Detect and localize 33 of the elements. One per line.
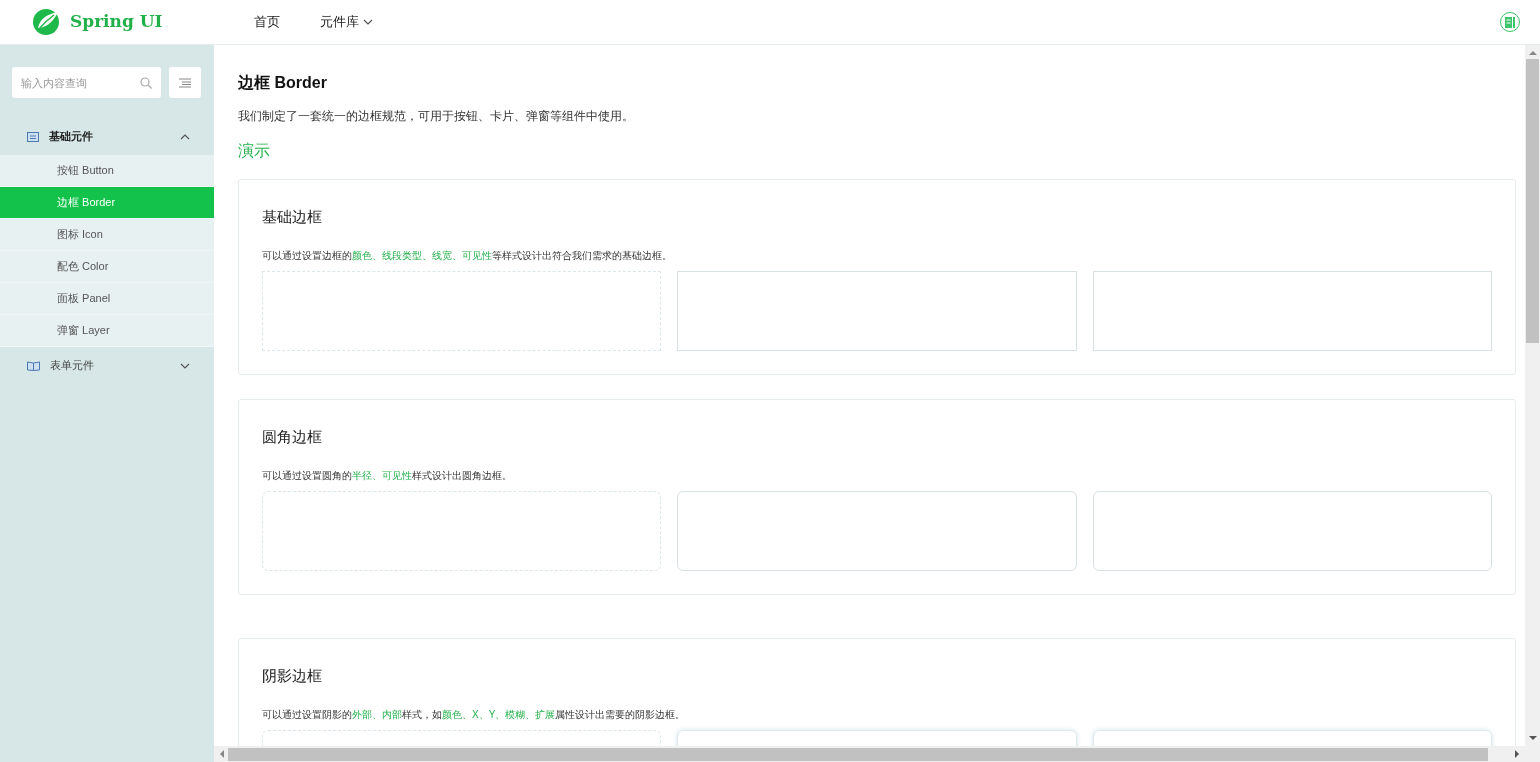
menu-item[interactable]: 配色 Color xyxy=(0,251,214,283)
menu-item[interactable]: 图标 Icon xyxy=(0,219,214,251)
nav-link[interactable]: 首页 xyxy=(254,12,280,32)
menu-icon xyxy=(179,77,191,88)
search-field[interactable]: 输入内容查询 xyxy=(12,67,161,98)
nav-link[interactable]: 元件库 xyxy=(320,12,373,32)
section-title: 基础边框 xyxy=(262,207,323,227)
book-icon xyxy=(27,360,40,371)
menu-button[interactable] xyxy=(169,67,201,98)
group-label: 基础元件 xyxy=(49,129,93,145)
menu-item[interactable]: 面板 Panel xyxy=(0,283,214,315)
menu-group[interactable]: 表单元件 xyxy=(0,347,214,384)
panel-icon xyxy=(27,131,39,142)
section-title: 阴影边框 xyxy=(262,666,323,686)
section-description: 可以通过设置阴影的外部、内部样式，如颜色、X、Y、模糊、扩展属性设计出需要的阴影边框。 xyxy=(262,708,687,722)
chevron-down-icon xyxy=(363,19,373,25)
section-description: 可以通过设置边框的颜色、线段类型、线宽、可见性等样式设计出符合我们需求的基础边框。 xyxy=(262,249,673,263)
group-label: 表单元件 xyxy=(50,358,94,374)
chevron-up-icon xyxy=(180,133,190,140)
page-intro: 我们制定了一套统一的边框规范，可用于按钮、卡片、弹窗等组件中使用。 xyxy=(238,108,635,125)
menu-item[interactable]: 弹窗 Layer xyxy=(0,315,214,347)
logo-text: Spring UI xyxy=(70,10,163,34)
search-icon xyxy=(140,77,152,89)
section-title: 圆角边框 xyxy=(262,427,323,447)
leaf-logo-icon xyxy=(32,8,62,36)
page-title: 边框 Border xyxy=(238,73,328,93)
section-description: 可以通过设置圆角的半径、可见性样式设计出圆角边框。 xyxy=(262,469,513,483)
book-icon xyxy=(1505,16,1515,28)
chevron-down-icon xyxy=(180,362,190,369)
scroll-thumb[interactable] xyxy=(1526,59,1539,343)
scroll-thumb[interactable] xyxy=(228,747,1488,761)
menu-group[interactable]: 基础元件 xyxy=(0,118,214,155)
demo-heading: 演示 xyxy=(238,141,271,161)
